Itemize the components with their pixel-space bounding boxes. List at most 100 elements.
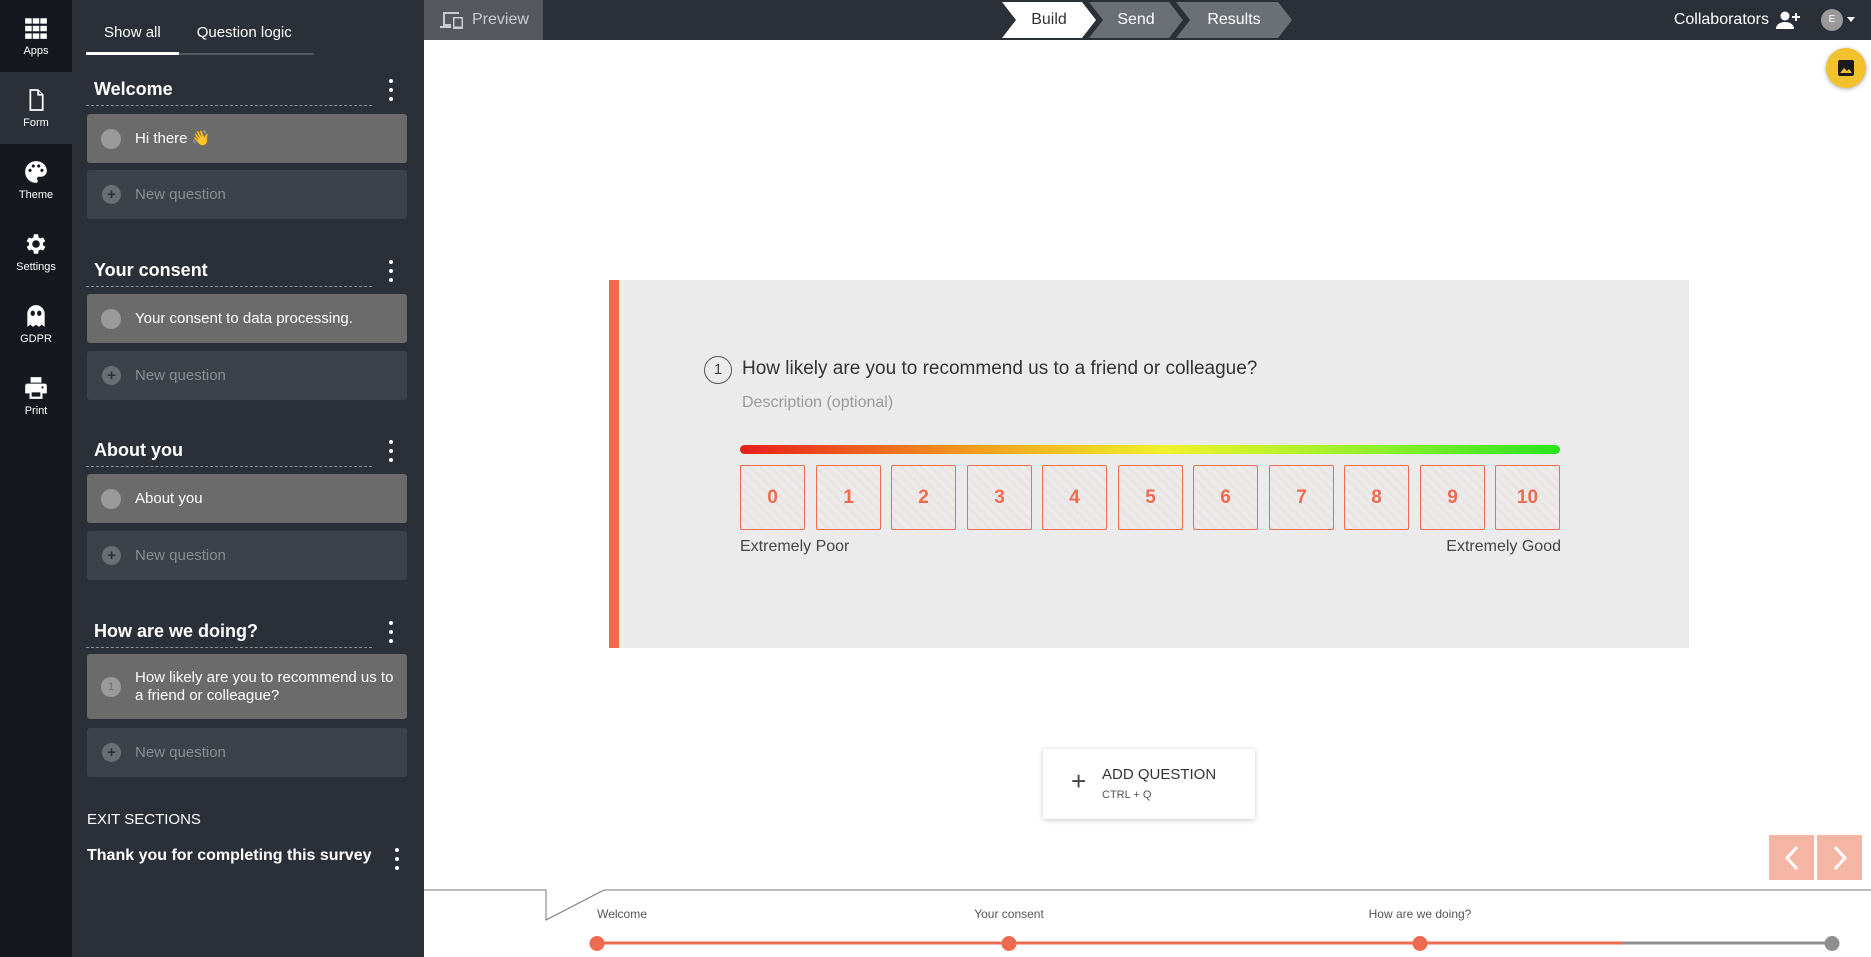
scale-option[interactable]: 5: [1118, 465, 1183, 530]
question-accent-bar: [609, 280, 619, 648]
scale-label-high: Extremely Good: [1446, 538, 1561, 555]
add-person-icon: [1776, 11, 1800, 29]
scale-option[interactable]: 2: [891, 465, 956, 530]
step-label: Results: [1207, 11, 1261, 28]
preview-button[interactable]: Preview: [424, 0, 543, 40]
rail-item-theme[interactable]: Theme: [0, 144, 72, 216]
previous-page-button[interactable]: [1769, 835, 1814, 880]
progress-label-how-are-we-doing: How are we doing?: [1368, 907, 1472, 921]
chevron-right-icon: [1833, 845, 1847, 870]
plus-circle-icon: +: [102, 546, 121, 565]
question-status-icon: [101, 128, 121, 149]
add-question-label: ADD QUESTION: [1102, 766, 1217, 783]
document-icon: [29, 89, 44, 111]
question-card[interactable]: 1 How likely are you to recommend us to …: [609, 280, 1689, 648]
question-item-recommend[interactable]: 1 How likely are you to recommend us to …: [87, 654, 407, 719]
question-item-about-you[interactable]: About you: [87, 474, 407, 523]
rail-label: Settings: [16, 261, 56, 273]
tab-question-logic[interactable]: Question logic: [179, 16, 310, 55]
scale-option[interactable]: 8: [1344, 465, 1409, 530]
scale-option[interactable]: 6: [1193, 465, 1258, 530]
progress-dot-your-consent[interactable]: [1001, 936, 1017, 951]
question-status-icon: [101, 488, 121, 509]
caret-down-icon[interactable]: [1847, 17, 1855, 22]
progress-dot-welcome[interactable]: [589, 936, 605, 951]
palette-icon: [25, 161, 47, 183]
section-menu-icon[interactable]: [384, 79, 398, 101]
question-item-text: About you: [135, 489, 203, 507]
new-question-label: New question: [135, 367, 226, 384]
section-header-how-are-we-doing[interactable]: How are we doing?: [86, 615, 406, 649]
new-question-label: New question: [135, 744, 226, 761]
background-image-button[interactable]: [1826, 48, 1866, 88]
scale-option[interactable]: 3: [967, 465, 1032, 530]
question-number-icon: 1: [101, 676, 121, 697]
progress-dot-end[interactable]: [1824, 936, 1840, 951]
step-results[interactable]: Results: [1176, 2, 1292, 38]
rail-item-settings[interactable]: Settings: [0, 216, 72, 288]
scale-option[interactable]: 0: [740, 465, 805, 530]
rail-label: Theme: [18, 189, 54, 201]
question-item-hi-there[interactable]: Hi there 👋: [87, 114, 407, 163]
step-build[interactable]: Build: [1002, 2, 1096, 38]
progress-label-welcome: Welcome: [597, 907, 647, 921]
rail-label: Apps: [23, 45, 49, 57]
plus-circle-icon: +: [102, 366, 121, 385]
new-question-button[interactable]: + New question: [87, 531, 407, 580]
question-item-text: Hi there 👋: [135, 129, 211, 147]
question-description-field[interactable]: Description (optional): [742, 394, 893, 412]
exit-section-title[interactable]: Thank you for completing this survey: [87, 847, 372, 865]
section-header-about-you[interactable]: About you: [86, 434, 406, 468]
question-item-text: Your consent to data processing.: [135, 309, 353, 327]
form-outline-sidebar: Show all Question logic Welcome Hi there…: [72, 0, 424, 957]
scale-option[interactable]: 7: [1269, 465, 1334, 530]
plus-circle-icon: +: [102, 743, 121, 762]
collaborators-button[interactable]: Collaborators: [1674, 0, 1801, 40]
rail-label: Print: [24, 405, 48, 417]
question-item-text: How likely are you to recommend us to a …: [135, 668, 394, 704]
gear-icon: [26, 234, 46, 254]
section-menu-icon[interactable]: [384, 260, 398, 282]
chevron-left-icon: [1784, 845, 1798, 870]
section-title: Welcome: [86, 79, 372, 106]
user-avatar[interactable]: E: [1821, 9, 1843, 31]
step-send[interactable]: Send: [1089, 2, 1183, 38]
question-status-icon: [101, 308, 121, 329]
exit-section-menu-icon[interactable]: [390, 848, 404, 870]
new-question-label: New question: [135, 186, 226, 203]
question-item-consent[interactable]: Your consent to data processing.: [87, 294, 407, 343]
tab-show-all[interactable]: Show all: [86, 16, 179, 55]
question-title[interactable]: How likely are you to recommend us to a …: [742, 358, 1257, 380]
rail-item-form[interactable]: Form: [0, 72, 72, 144]
rail-item-apps[interactable]: Apps: [0, 0, 72, 72]
step-label: Send: [1117, 11, 1155, 28]
apps-grid-icon: [25, 18, 47, 39]
rail-item-gdpr[interactable]: GDPR: [0, 288, 72, 360]
add-question-button[interactable]: + ADD QUESTION CTRL + Q: [1043, 749, 1255, 819]
question-number-badge: 1: [704, 356, 732, 384]
nps-scale: 0 1 2 3 4 5 6 7 8 9 10: [740, 465, 1564, 530]
next-page-button[interactable]: [1817, 835, 1862, 880]
section-menu-icon[interactable]: [384, 621, 398, 643]
new-question-label: New question: [135, 547, 226, 564]
section-progress: Welcome Your consent How are we doing?: [424, 880, 1871, 957]
new-question-button[interactable]: + New question: [87, 728, 407, 777]
scale-option[interactable]: 1: [816, 465, 881, 530]
section-title: How are we doing?: [86, 621, 372, 648]
section-title: About you: [86, 440, 372, 467]
scale-label-low: Extremely Poor: [740, 538, 850, 555]
scale-option[interactable]: 9: [1420, 465, 1485, 530]
devices-icon: [440, 12, 463, 29]
progress-dot-how-are-we-doing[interactable]: [1412, 936, 1428, 951]
progress-label-your-consent: Your consent: [974, 907, 1044, 921]
new-question-button[interactable]: + New question: [87, 351, 407, 400]
section-menu-icon[interactable]: [384, 440, 398, 462]
rail-item-print[interactable]: Print: [0, 360, 72, 432]
scale-option[interactable]: 4: [1042, 465, 1107, 530]
section-title: Your consent: [86, 260, 372, 287]
section-header-welcome[interactable]: Welcome: [86, 73, 406, 107]
new-question-button[interactable]: + New question: [87, 170, 407, 219]
scale-option[interactable]: 10: [1495, 465, 1560, 530]
section-header-your-consent[interactable]: Your consent: [86, 254, 406, 288]
printer-icon: [25, 377, 47, 399]
